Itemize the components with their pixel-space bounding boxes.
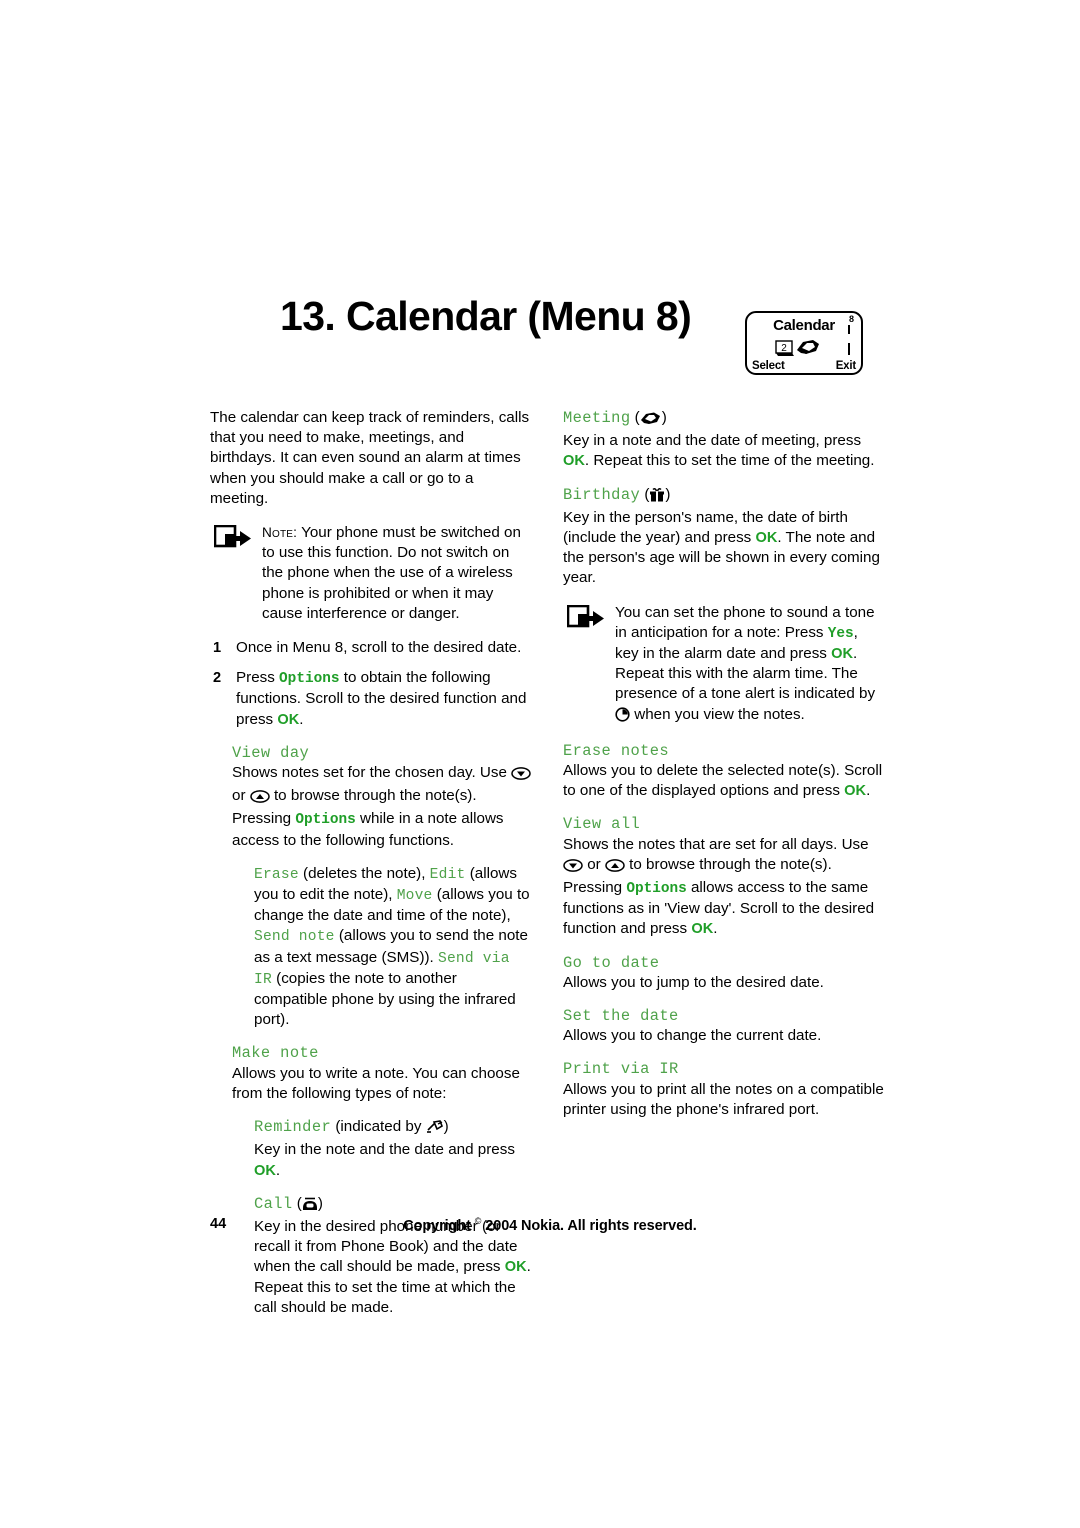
term-yes: Yes [827, 625, 854, 642]
page-title: 13. Calendar (Menu 8) [280, 293, 692, 339]
step-2-text-part-1: Press [236, 669, 280, 687]
handshake-icon [640, 411, 662, 431]
body-go-to-date: Allows you to jump to the desired date. [563, 973, 824, 991]
term-ok-erase: OK [844, 783, 867, 800]
step-1: 1 Once in Menu 8, scroll to the desired … [210, 638, 532, 658]
body-meeting: Key in a note and the date of meeting, p… [563, 432, 875, 470]
section-reminder: Reminder (indicated by ) Key in the note… [254, 1117, 532, 1181]
heading-reminder: Reminder [254, 1118, 332, 1137]
heading-meeting-line: Meeting () [563, 408, 885, 431]
step-2-text-part-3: . [299, 710, 304, 728]
step-1-text: Once in Menu 8, scroll to the desired da… [236, 639, 522, 657]
heading-set-the-date: Set the date [563, 1007, 679, 1026]
step-1-number: 1 [213, 640, 222, 657]
copyright-notice: Copyright © 2004 Nokia. All rights reser… [403, 1216, 697, 1234]
term-erase: Erase [254, 866, 299, 883]
section-call: Call () Key in the desired phone number … [254, 1194, 532, 1318]
phone-screen-title: Calendar [773, 317, 835, 334]
body-set-the-date: Allows you to change the current date. [563, 1027, 822, 1045]
manual-page: 13. Calendar (Menu 8) Calendar 8 2 Selec… [0, 0, 1080, 1528]
body-view-all: Shows the notes that are set for all day… [563, 835, 875, 938]
section-make-note: Make note Allows you to write a note. Yo… [232, 1043, 532, 1104]
section-meeting: Meeting () Key in a note and the date of… [563, 408, 885, 472]
section-view-day: View day Shows notes set for the chosen … [232, 743, 532, 851]
term-ok-view-all: OK [691, 921, 714, 938]
calendar-handshake-icon: 2 [775, 337, 831, 357]
term-options: Options [279, 671, 340, 688]
note-arrow-icon [213, 524, 254, 551]
heading-view-day: View day [232, 743, 310, 762]
phone-screen-softkey-select: Select [752, 360, 785, 372]
term-move: Move [396, 888, 433, 905]
heading-call-line: Call () [254, 1194, 532, 1217]
step-2-number: 2 [213, 670, 222, 687]
note-block-tone-alert: You can set the phone to sound a tone in… [563, 603, 885, 728]
reminder-pen-icon [426, 1120, 444, 1140]
intro-paragraph: The calendar can keep track of reminders… [210, 409, 530, 507]
step-2: 2 Press Options to obtain the following … [210, 668, 532, 730]
heading-meeting: Meeting [563, 409, 631, 427]
section-view-day-functions: Erase (deletes the note), Edit (allows y… [254, 864, 532, 1031]
section-set-the-date: Set the date Allows you to change the cu… [563, 1006, 885, 1046]
heading-view-all: View all [563, 815, 641, 834]
body-make-note: Allows you to write a note. You can choo… [232, 1064, 520, 1102]
term-ok-birthday: OK [755, 530, 778, 547]
scroll-up-icon [249, 789, 270, 809]
heading-reminder-line: Reminder (indicated by ) [254, 1117, 532, 1140]
term-edit: Edit [429, 866, 466, 883]
vdf-t1: (deletes the note), [298, 864, 430, 882]
note-block-switched-on: Note: Your phone must be switched on to … [210, 523, 532, 624]
term-ok-reminder: OK [254, 1162, 276, 1179]
numbered-steps: 1 Once in Menu 8, scroll to the desired … [210, 638, 532, 730]
clock-icon [615, 707, 630, 728]
gift-box-icon [649, 487, 665, 508]
heading-birthday-line: Birthday () [563, 485, 885, 508]
term-send-note: Send note [254, 929, 335, 946]
tone-note-text-4: when you view the notes. [630, 705, 805, 723]
term-ok-tone: OK [831, 646, 854, 663]
section-print-via-ir: Print via IR Allows you to print all the… [563, 1059, 885, 1120]
phone-screen-scrollbar [846, 325, 852, 355]
body-birthday: Key in the person's name, the date of bi… [563, 508, 880, 587]
page-header: 13. Calendar (Menu 8) Calendar 8 2 Selec… [210, 292, 890, 382]
term-options-3: Options [626, 881, 687, 898]
note-arrow-icon-2 [566, 604, 607, 631]
telephone-icon [302, 1197, 318, 1217]
scroll-up-icon-2 [605, 858, 625, 878]
heading-make-note: Make note [232, 1044, 319, 1063]
section-go-to-date: Go to date Allows you to jump to the des… [563, 953, 885, 993]
vdf-t5: (copies the note to another compatible p… [254, 969, 516, 1029]
phone-screen-softkey-exit: Exit [835, 360, 856, 372]
term-ok-call: OK [504, 1259, 527, 1276]
body-erase-notes: Allows you to delete the selected note(s… [563, 762, 883, 800]
term-options-2: Options [295, 812, 356, 829]
phone-screen-illustration: Calendar 8 2 Select Exit [745, 311, 863, 375]
right-column: Meeting () Key in a note and the date of… [563, 408, 885, 1120]
section-view-all: View all Shows the notes that are set fo… [563, 814, 885, 939]
scroll-down-icon-2 [563, 858, 583, 878]
note-label: Note: [262, 525, 298, 541]
heading-go-to-date: Go to date [563, 953, 660, 972]
phone-screen-menu-number: 8 [848, 314, 854, 324]
scroll-down-icon [511, 766, 531, 786]
note-text: Your phone must be switched on to use th… [262, 524, 521, 622]
body-print-via-ir: Allows you to print all the notes on a c… [563, 1080, 884, 1118]
body-view-day: Shows notes set for the chosen day. Use … [232, 763, 532, 851]
heading-call: Call [254, 1194, 293, 1213]
svg-text:2: 2 [781, 343, 787, 354]
heading-erase-notes: Erase notes [563, 741, 669, 760]
term-ok-meeting: OK [563, 453, 585, 470]
body-reminder: Key in the note and the date and press O… [254, 1141, 515, 1179]
left-column: The calendar can keep track of reminders… [210, 408, 532, 1318]
heading-birthday: Birthday [563, 485, 641, 504]
heading-print-via-ir: Print via IR [563, 1060, 679, 1079]
section-erase-notes: Erase notes Allows you to delete the sel… [563, 741, 885, 802]
section-birthday: Birthday () Key in the person's name, th… [563, 485, 885, 589]
page-footer: 44 Copyright © 2004 Nokia. All rights re… [210, 1216, 890, 1238]
term-ok: OK [277, 711, 300, 728]
